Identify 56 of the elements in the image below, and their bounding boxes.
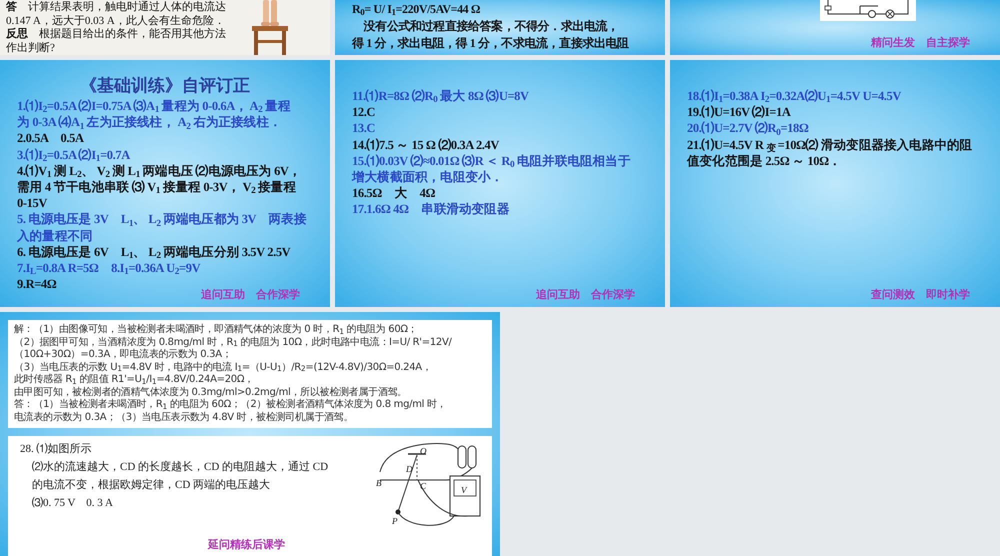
diagram-label: O — [420, 446, 426, 456]
diagram-label: B — [376, 478, 382, 488]
answer-line: 得 1 分，求出电阻，得 1 分，不求电流，直接求出电阻 — [352, 35, 629, 52]
solution-line: 答：（1）当被检测者未喝酒时，R$_{1}$ 的电阻为 60Ω；（2）被检测者酒精气体浓度为 0.8 mg/ml 时， — [14, 399, 448, 412]
answer-line: 20.⑴U=2.7V ⑵R$_{0}$=18Ω — [687, 120, 808, 137]
answer-line: 21.⑴U=4.5V R $_{变}$ =10Ω⑵ 滑动变阻器接入电路中的阻 — [687, 136, 972, 153]
solution-line: 由甲图可知，被检测者的酒精气体浓度为 0.3mg/ml>0.2mg/ml，所以被检测者属于酒驾。 — [14, 386, 408, 398]
slide-footer-text: 延问精练后课学 — [208, 538, 285, 552]
answer-line: 19.⑴U=16V ⑵I=1A — [687, 104, 790, 120]
answer-line: 的电流不变，根据欧姆定律，CD 两端的电压越大 — [31, 478, 270, 492]
answer-line: 16.5Ω 大 4Ω — [352, 185, 436, 202]
handout-line: 反思 根据题目给出的条件，能否用其他方法 — [6, 28, 226, 42]
slide-footer-text: 查问测效 即时补学 — [871, 288, 970, 302]
solution-line: （10Ω+30Ω）=0.3A，即电流表的示数为 0.3A； — [14, 349, 232, 362]
answer-line: 值变化范围是 2.5Ω ～ 10Ω． — [687, 152, 842, 170]
solution-line: （3）当电压表的示数 U$_{1}$=4.8V 时，电路中的电流 I$_{1}$=（U-U$_{1}$）/R$_{2}$=(12V-4.8V)/30Ω=0.24A， — [14, 362, 433, 374]
answer-line: 7.I$_{L}$=0.8A R=5Ω 8.I$_{1}$=0.36A U$_{2}$=9V — [17, 260, 200, 276]
answer-line: 6. 电源电压是 6V L$_{1}$、 L$_{2}$ 两端电压分别 3.5V 2.5V — [17, 244, 290, 260]
slide-footer-text: 精问生发 自主探学 — [871, 36, 970, 50]
answer-line: 增大横截面积，电阻变小． — [352, 169, 504, 186]
answer-line: 需用 4 节干电池串联 ⑶ V$_{1}$ 接量程 0-3V， V$_{2}$ 接量程 — [17, 179, 296, 196]
answer-line: 没有公式和过程直接给答案，不得分．求出电流， — [362, 18, 619, 35]
answer-line: R$_{0}$= U/ I$_{1}$=220V/5AV=44 Ω — [352, 1, 480, 18]
answer-line: 4.⑴V$_{1}$ 测 L$_{2}$、 V$_{2}$ 测 L$_{1}$ 两端电压 ⑵电源电压为 6V， — [17, 162, 302, 180]
slide-footer-text: 追问互助 合作深学 — [201, 288, 300, 302]
answer-line: 18.⑴I$_{1}$=0.38A I$_{2}$=0.32A⑵U$_{1}$=4.5V U=4.5V — [687, 88, 902, 104]
diagram-label: P — [392, 516, 398, 526]
solution-line: 此时传感器 R$_{1}$ 的阻值 R1'=U$_{1}$/I$_{1}$=4.8V/0.24A=20Ω， — [14, 374, 255, 386]
answer-line: 28. ⑴如图所示 — [20, 442, 92, 456]
answer-line: ⑵水的流速越大，CD 的长度越长，CD 的电阻越大，通过 CD — [31, 460, 328, 474]
answer-line: 3.⑴I$_{2}$=0.5A ⑵I$_{1}$=0.7A — [17, 146, 130, 163]
handout-line: 答 计算结果表明，触电时通过人体的电流达 — [6, 1, 226, 14]
answer-line: 11.⑴R=8Ω ⑵R$_{0}$ 最大 8Ω ⑶U=8V — [352, 88, 529, 104]
answer-line: 15.⑴0.03V ⑵≈0.01Ω ⑶R ＜ R$_{0}$ 电阻并联电阻相当于 — [352, 152, 630, 170]
diagram-label: V — [461, 485, 466, 495]
diagram-label: C — [420, 481, 426, 491]
answer-line: 为 0-3A ⑷A$_{1}$ 左为正接线柱， A$_{2}$ 右为正接线柱． — [17, 114, 282, 130]
answer-line: 17.1.6Ω 4Ω 串联滑动变阻器 — [352, 201, 510, 218]
handout-line: 作出判断? — [6, 42, 55, 55]
slide-footer-text: 追问互助 合作深学 — [536, 288, 635, 302]
answer-line: 13.C — [352, 120, 376, 137]
answer-line: 14.⑴7.5 ～ 15 Ω ⑵0.3A 2.4V — [352, 136, 499, 153]
answer-line: 5. 电源电压是 3V L$_{1}$、 L$_{2}$ 两端电压都为 3V 两表接 — [17, 211, 306, 228]
solution-line: 解：（1）由图像可知，当被检测者未喝酒时，即酒精气体的浓度为 0 时，R$_{1}$ 的电阻为 60Ω； — [14, 324, 418, 336]
answer-line: 2.0.5A 0.5A — [17, 130, 84, 147]
slide-title: 《基础训练》自评订正 — [79, 76, 251, 96]
answer-line: ⑶0. 75 V 0. 3 A — [31, 496, 113, 510]
answer-line: 9.R=4Ω — [17, 276, 56, 292]
solution-line: 电流表的示数为 0.3A；（3）当电压表示数为 4.8V 时，被检测司机属于酒驾。 — [14, 412, 354, 424]
diagram-label: D — [406, 464, 412, 474]
answer-line: 12.C — [352, 104, 376, 120]
handout-line: 0.147 A，远大于0.03 A，此人会有生命危险． — [6, 14, 225, 28]
solution-line: （2）据图甲可知，当酒精浓度为 0.8mg/ml 时，R$_{1}$ 的电阻为 10Ω，此时电路中电流：I=U/ R'=12V/ — [14, 336, 453, 348]
answer-line: 入的量程不同 — [17, 228, 93, 244]
answer-line: 0-15V — [17, 195, 47, 212]
answer-line: 1.⑴I$_{2}$=0.5A ⑵I=0.75A ⑶A$_{1}$ 量程为 0-0.6A， A$_{2}$ 量程 — [17, 98, 290, 114]
